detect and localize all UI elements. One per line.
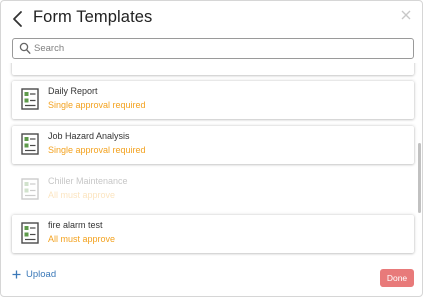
form-checklist-icon	[21, 222, 39, 244]
upload-label: Upload	[26, 268, 57, 280]
dialog-header: Form Templates	[1, 1, 422, 37]
upload-button[interactable]: Upload	[12, 267, 56, 281]
back-button[interactable]	[11, 10, 27, 28]
search-input[interactable]	[34, 40, 404, 57]
plus-icon	[12, 270, 21, 278]
dialog-title: Form Templates	[33, 8, 153, 26]
approval-status: All must approve	[48, 234, 116, 244]
approval-status: Single approval required	[48, 145, 146, 155]
form-checklist-icon	[21, 178, 39, 200]
template-name: Job Hazard Analysis	[48, 131, 130, 141]
template-item[interactable]: Job Hazard Analysis Single approval requ…	[12, 126, 414, 164]
search-icon	[19, 42, 31, 54]
template-name: fire alarm test	[48, 220, 103, 230]
approval-status: All must approve	[48, 190, 116, 200]
form-templates-dialog: Form Templates Daily Report	[0, 0, 423, 297]
form-checklist-icon	[21, 133, 39, 155]
template-item[interactable]: Daily Report Single approval required	[12, 81, 414, 119]
scrollbar-thumb[interactable]	[418, 143, 421, 213]
template-name: Daily Report	[48, 86, 98, 96]
form-checklist-icon	[21, 88, 39, 110]
list-item-partial[interactable]	[12, 63, 414, 75]
close-button[interactable]	[400, 8, 412, 20]
approval-status: Single approval required	[48, 100, 146, 110]
chevron-left-icon	[13, 11, 22, 27]
template-item[interactable]: fire alarm test All must approve	[12, 215, 414, 253]
done-button[interactable]: Done	[380, 269, 414, 287]
search-box[interactable]	[12, 38, 414, 59]
close-icon	[401, 10, 411, 20]
template-item[interactable]: Chiller Maintenance All must approve	[12, 171, 414, 209]
template-list: Daily Report Single approval required Jo…	[1, 63, 422, 256]
template-name: Chiller Maintenance	[48, 176, 128, 186]
